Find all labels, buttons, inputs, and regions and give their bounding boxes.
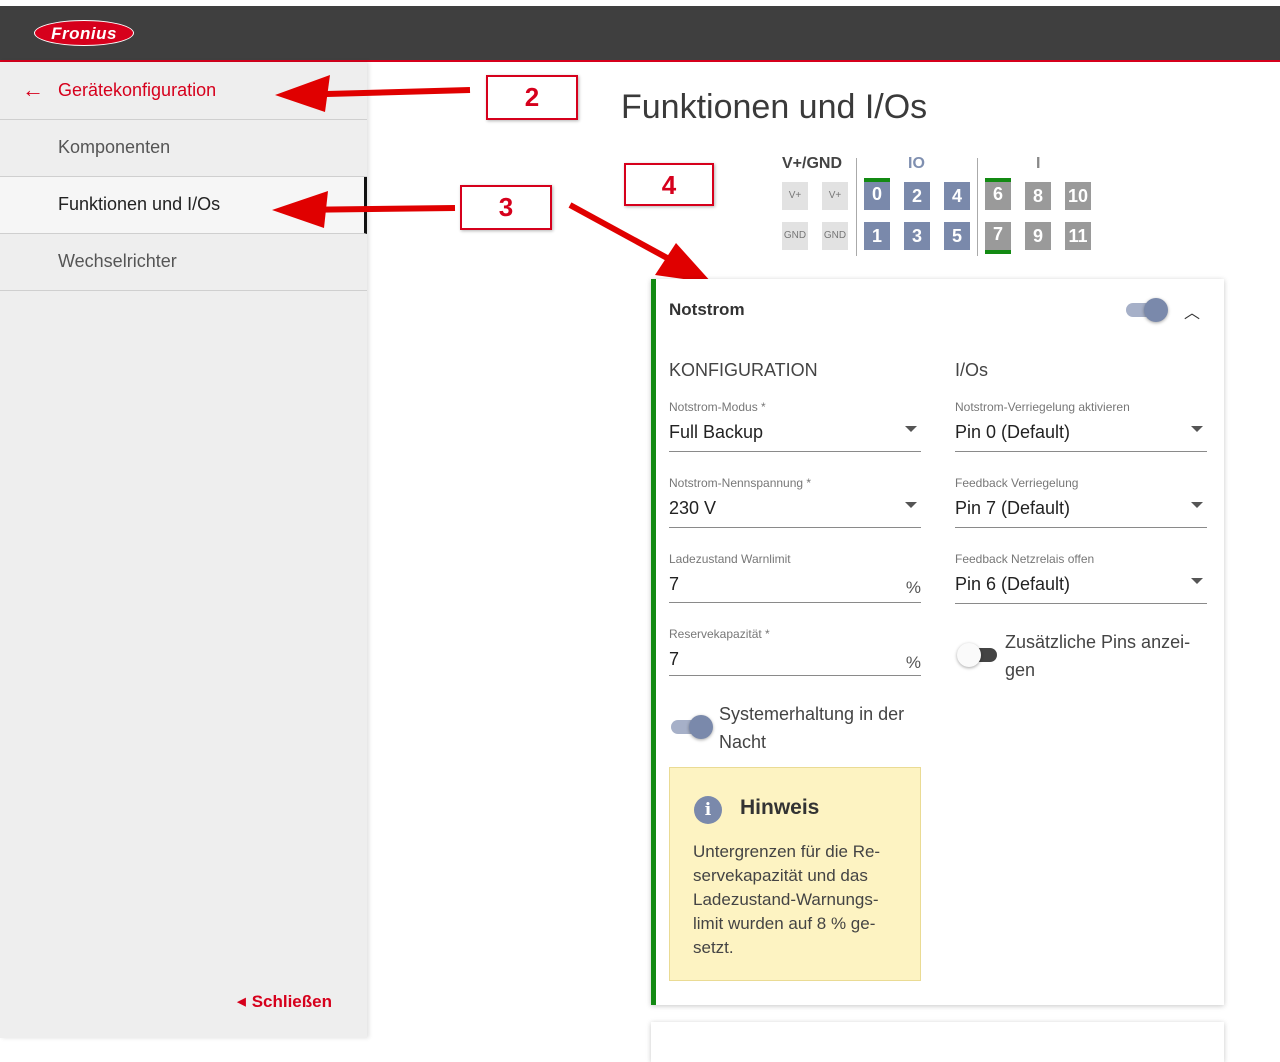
- pin-group-input-label: I: [1036, 155, 1041, 172]
- sidebar-item-label: Funktionen und I/Os: [58, 194, 221, 214]
- extra-pins-label-line: gen: [1005, 660, 1036, 680]
- pin-io-0[interactable]: 0: [864, 178, 890, 210]
- feedback-relay-select[interactable]: Feedback Netzrelais offen Pin 6 (Default…: [955, 552, 1207, 604]
- callout-2: 2: [486, 75, 578, 120]
- sidebar-item-label: Wechselrichter: [58, 251, 177, 271]
- field-value: Full Backup: [669, 422, 764, 442]
- hint-line: servekapazität und das: [693, 866, 868, 885]
- field-value: Pin 7 (Default): [955, 498, 1071, 518]
- pin-gnd: GND: [822, 222, 848, 250]
- toggle-knob: [1144, 298, 1168, 322]
- pin-io-1[interactable]: 1: [864, 222, 890, 250]
- night-operation-label-line: Nacht: [719, 732, 767, 752]
- extra-pins-label: Zusätzliche Pins anzei- gen: [1005, 628, 1190, 684]
- pin-in-6[interactable]: 6: [985, 178, 1011, 210]
- pin-in-10[interactable]: 10: [1065, 182, 1091, 210]
- config-heading: KONFIGURATION: [669, 360, 818, 380]
- pin-io-4[interactable]: 4: [944, 182, 970, 210]
- pin-divider: [856, 158, 857, 256]
- notstrom-mode-select[interactable]: Notstrom-Modus * Full Backup: [669, 400, 921, 452]
- top-bar: Fronius: [0, 0, 1280, 62]
- pin-io-5[interactable]: 5: [944, 222, 970, 250]
- night-operation-label: Systemerhaltung in der Nacht: [719, 700, 904, 756]
- hint-line: Ladezustand-Warnungs-: [693, 890, 879, 909]
- toggle-knob: [957, 643, 981, 667]
- notstrom-voltage-select[interactable]: Notstrom-Nennspannung * 230 V: [669, 476, 921, 528]
- night-operation-toggle[interactable]: [671, 715, 713, 739]
- pin-in-8[interactable]: 8: [1025, 182, 1051, 210]
- close-button[interactable]: ◀ Schließen: [237, 992, 332, 1012]
- fronius-logo[interactable]: Fronius: [34, 20, 134, 46]
- field-value: 7: [669, 649, 680, 669]
- io-heading: I/Os: [955, 360, 989, 380]
- extra-pins-toggle[interactable]: [957, 643, 999, 667]
- field-label: Feedback Verriegelung: [955, 476, 1079, 490]
- night-operation-label-line: Systemerhaltung in der: [719, 704, 905, 724]
- back-label: Gerätekonfiguration: [58, 80, 217, 100]
- field-label: Ladezustand Warnlimit: [669, 552, 791, 566]
- hint-line: setzt.: [693, 938, 734, 957]
- hint-title: Hinweis: [740, 796, 820, 819]
- arrow-4: [568, 202, 682, 268]
- arrow-left-icon: ←: [22, 77, 44, 102]
- sidebar-item-wechselrichter[interactable]: Wechselrichter: [0, 234, 367, 291]
- extra-pins-label-line: Zusätzliche Pins anzei-: [1005, 632, 1191, 652]
- info-icon: i: [694, 796, 722, 824]
- chevron-up-icon[interactable]: ︿: [1184, 299, 1200, 323]
- field-unit: %: [905, 578, 921, 597]
- close-label: Schließen: [251, 992, 332, 1011]
- pin-vplus: V+: [782, 182, 808, 210]
- soc-warn-input[interactable]: Ladezustand Warnlimit 7 %: [669, 552, 921, 603]
- hint-box: i Hinweis Untergrenzen für die Re- serve…: [669, 767, 921, 981]
- hint-text: Untergrenzen für die Re- servekapazität …: [693, 840, 903, 960]
- field-value: 230 V: [669, 498, 717, 518]
- next-card: [651, 1022, 1224, 1062]
- notstrom-card: Notstrom ︿ KONFIGURATION I/Os Notstrom-M…: [651, 279, 1224, 1005]
- pin-io-2[interactable]: 2: [904, 182, 930, 210]
- page-title: Funktionen und I/Os: [621, 88, 928, 126]
- pin-group-power-label: V+/GND: [782, 155, 843, 172]
- callout-4: 4: [624, 163, 714, 206]
- caret-down-icon: [1191, 426, 1203, 432]
- notstrom-toggle[interactable]: [1126, 298, 1168, 322]
- hint-line: limit wurden auf 8 % ge-: [693, 914, 876, 933]
- field-value: 7: [669, 574, 680, 594]
- callout-3: 3: [460, 185, 552, 230]
- pin-vplus: V+: [822, 182, 848, 210]
- reserve-capacity-input[interactable]: Reservekapazität * 7 %: [669, 627, 921, 676]
- field-label: Reservekapazität *: [669, 627, 770, 641]
- sidebar-item-funktionen[interactable]: Funktionen und I/Os: [0, 177, 367, 234]
- sidebar: ← Gerätekonfiguration Komponenten Funkti…: [0, 62, 367, 1038]
- sidebar-item-label: Komponenten: [58, 137, 171, 157]
- field-value: Pin 6 (Default): [955, 574, 1071, 594]
- hint-line: Untergrenzen für die Re-: [693, 842, 881, 861]
- pin-in-11[interactable]: 11: [1065, 222, 1091, 250]
- caret-down-icon: [905, 426, 917, 432]
- pin-in-9[interactable]: 9: [1025, 222, 1051, 250]
- pin-io-3[interactable]: 3: [904, 222, 930, 250]
- field-label: Notstrom-Nennspannung *: [669, 476, 812, 490]
- field-label: Notstrom-Verriegelung aktivieren: [955, 400, 1130, 414]
- feedback-lock-select[interactable]: Feedback Verriegelung Pin 7 (Default): [955, 476, 1207, 528]
- field-unit: %: [905, 653, 921, 672]
- caret-down-icon: [1191, 578, 1203, 584]
- arrowhead-4: [655, 243, 712, 283]
- sidebar-item-komponenten[interactable]: Komponenten: [0, 120, 367, 177]
- field-label: Notstrom-Modus *: [669, 400, 766, 414]
- field-label: Feedback Netzrelais offen: [955, 552, 1095, 566]
- pin-divider: [977, 158, 978, 256]
- toggle-knob: [689, 715, 713, 739]
- pin-in-7[interactable]: 7: [985, 222, 1011, 254]
- back-to-device-config[interactable]: ← Gerätekonfiguration: [0, 62, 367, 120]
- pin-gnd: GND: [782, 222, 808, 250]
- caret-down-icon: [1191, 502, 1203, 508]
- lock-pin-select[interactable]: Notstrom-Verriegelung aktivieren Pin 0 (…: [955, 400, 1207, 452]
- caret-down-icon: [905, 502, 917, 508]
- triangle-left-icon: ◀: [237, 996, 246, 1008]
- pin-group-io-label: IO: [908, 155, 925, 172]
- card-title: Notstrom: [669, 300, 745, 319]
- field-value: Pin 0 (Default): [955, 422, 1071, 442]
